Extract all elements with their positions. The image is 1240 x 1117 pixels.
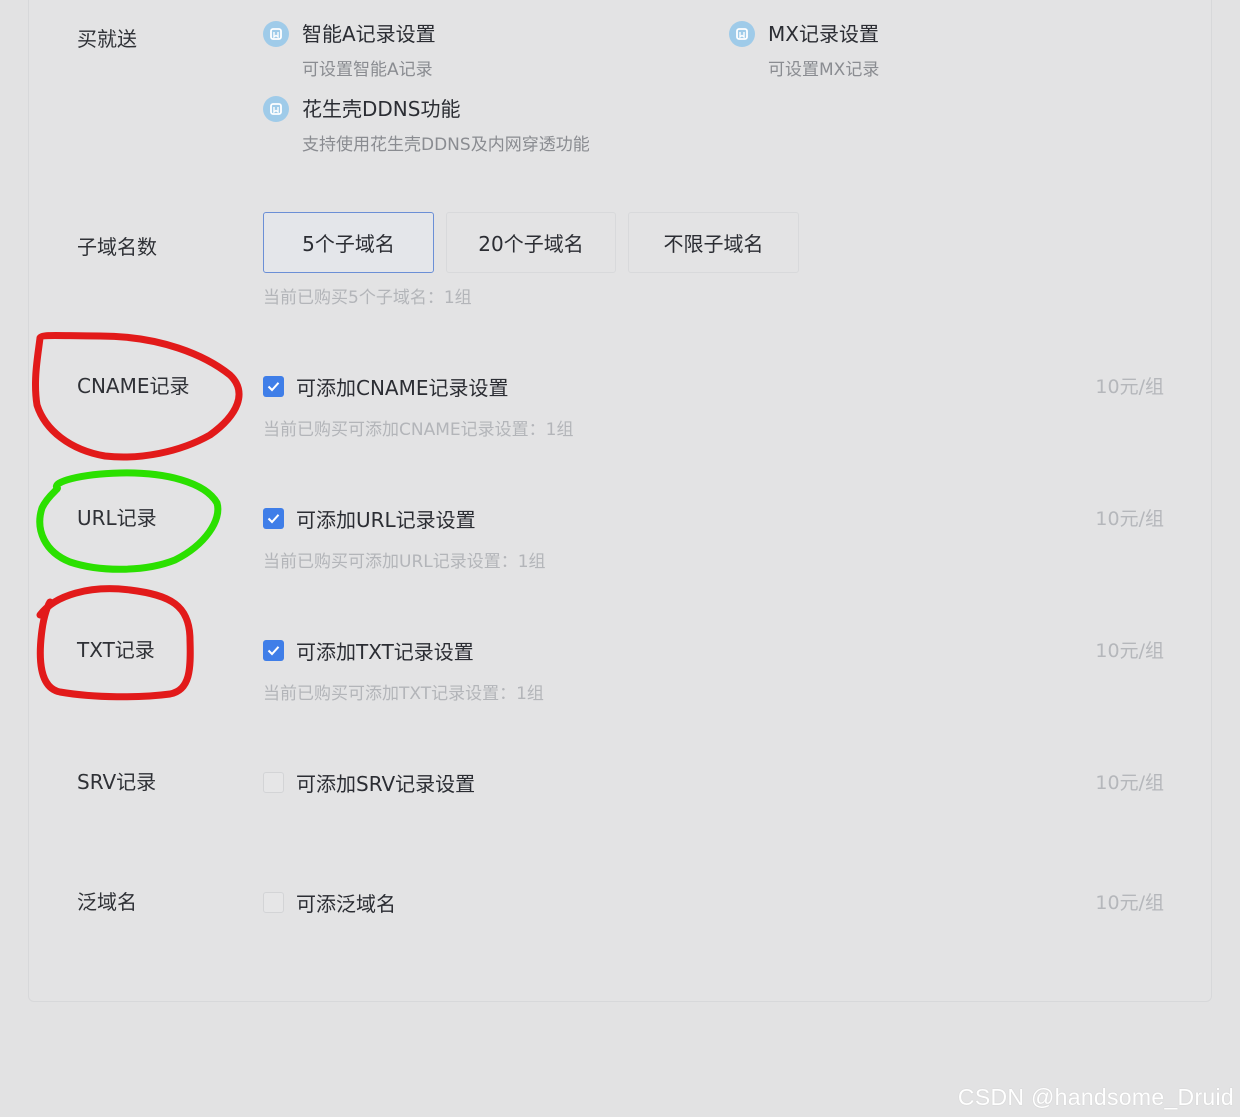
wildcard-checkbox-row[interactable]: 可添泛域名 <box>263 888 396 917</box>
cname-hint: 当前已购买可添加CNAME记录设置：1组 <box>263 420 574 440</box>
wildcard-price: 10元/组 <box>1095 892 1164 914</box>
feature-title: MX记录设置 <box>768 22 879 46</box>
url-option-text: 可添加URL记录设置 <box>296 508 476 532</box>
feature-desc: 支持使用花生壳DDNS及内网穿透功能 <box>302 135 590 155</box>
subdomain-hint: 当前已购买5个子域名：1组 <box>263 288 472 308</box>
cname-checkbox-row[interactable]: 可添加CNAME记录设置 <box>263 372 509 401</box>
feature-title: 智能A记录设置 <box>302 22 436 46</box>
subdomain-option-unlimited[interactable]: 不限子域名 <box>628 212 799 273</box>
cname-checkbox[interactable] <box>263 376 284 397</box>
url-hint: 当前已购买可添加URL记录设置：1组 <box>263 552 546 572</box>
txt-label: TXT记录 <box>77 638 155 662</box>
url-label: URL记录 <box>77 506 157 530</box>
txt-checkbox[interactable] <box>263 640 284 661</box>
srv-label: SRV记录 <box>77 770 157 794</box>
feature-mx-record: MX记录设置 可设置MX记录 <box>729 19 879 80</box>
feature-title: 花生壳DDNS功能 <box>302 97 461 121</box>
bookmark-icon <box>729 21 755 47</box>
feature-desc: 可设置MX记录 <box>768 60 880 80</box>
cname-option-text: 可添加CNAME记录设置 <box>296 376 509 400</box>
feature-ddns: 花生壳DDNS功能 支持使用花生壳DDNS及内网穿透功能 <box>263 94 590 155</box>
txt-hint: 当前已购买可添加TXT记录设置：1组 <box>263 684 544 704</box>
url-checkbox[interactable] <box>263 508 284 529</box>
gift-label: 买就送 <box>77 27 137 51</box>
wildcard-option-text: 可添泛域名 <box>296 892 396 916</box>
wildcard-checkbox[interactable] <box>263 892 284 913</box>
watermark: CSDN @handsome_Druid <box>957 1084 1234 1110</box>
txt-price: 10元/组 <box>1095 640 1164 662</box>
bookmark-icon <box>263 21 289 47</box>
bookmark-icon <box>263 96 289 122</box>
url-price: 10元/组 <box>1095 508 1164 530</box>
wildcard-label: 泛域名 <box>77 890 137 914</box>
subdomain-option-5[interactable]: 5个子域名 <box>263 212 434 273</box>
feature-desc: 可设置智能A记录 <box>302 60 433 80</box>
srv-option-text: 可添加SRV记录设置 <box>296 772 476 796</box>
feature-smart-a-record: 智能A记录设置 可设置智能A记录 <box>263 19 436 80</box>
subdomain-option-20[interactable]: 20个子域名 <box>446 212 616 273</box>
srv-checkbox[interactable] <box>263 772 284 793</box>
cname-price: 10元/组 <box>1095 376 1164 398</box>
cname-label: CNAME记录 <box>77 374 190 398</box>
srv-price: 10元/组 <box>1095 772 1164 794</box>
subdomain-count-label: 子域名数 <box>77 235 157 259</box>
txt-option-text: 可添加TXT记录设置 <box>296 640 474 664</box>
url-checkbox-row[interactable]: 可添加URL记录设置 <box>263 504 476 533</box>
srv-checkbox-row[interactable]: 可添加SRV记录设置 <box>263 768 475 797</box>
settings-panel <box>28 0 1212 1002</box>
txt-checkbox-row[interactable]: 可添加TXT记录设置 <box>263 636 474 665</box>
